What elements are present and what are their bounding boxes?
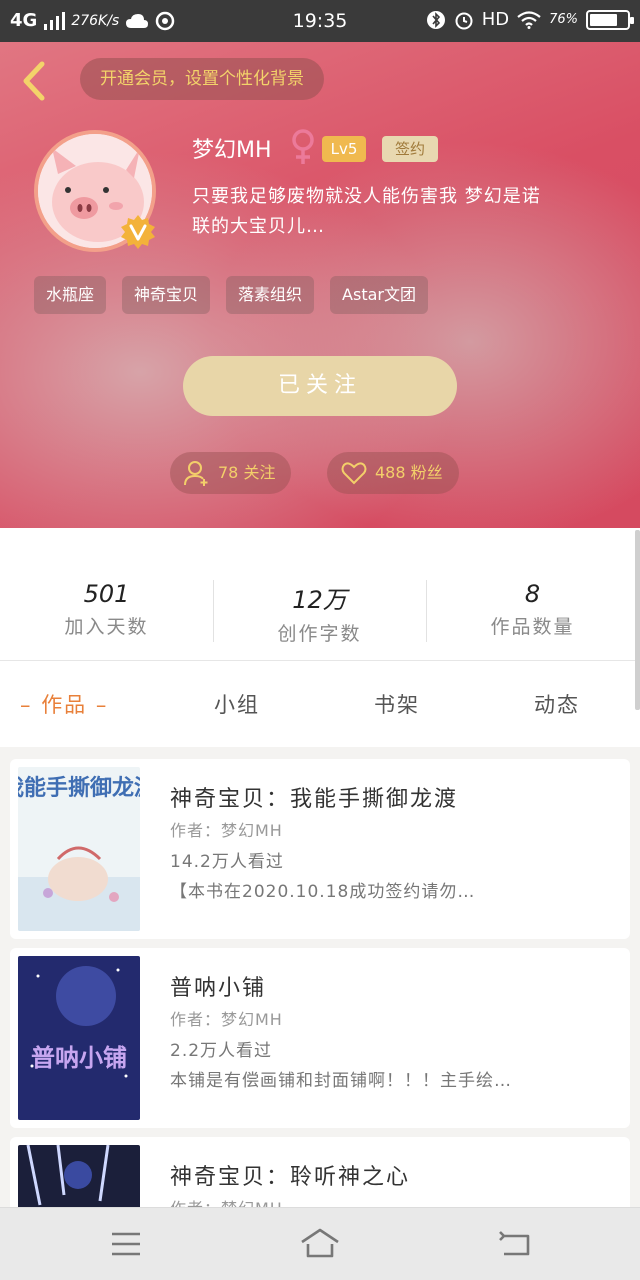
- username: 梦幻MH: [192, 138, 272, 163]
- battery-icon: [586, 9, 634, 30]
- wifi-icon: [517, 10, 541, 29]
- stat-label: 加入天数: [64, 616, 149, 638]
- tab-label: 作品: [41, 693, 88, 717]
- tag-item[interactable]: 落素组织: [226, 276, 315, 314]
- tag-item[interactable]: 水瓶座: [34, 276, 107, 314]
- work-card[interactable]: 普呐小铺 普呐小铺 作者：梦幻MH 2.2万人看过 本铺是有偿画铺和封面铺啊！！…: [10, 948, 630, 1128]
- home-icon[interactable]: [298, 1226, 342, 1262]
- book-cover-image: 普呐小铺: [18, 956, 140, 1120]
- following-count: 78 关注: [218, 463, 276, 482]
- work-author: 作者：梦幻MH: [170, 1010, 283, 1029]
- following-button[interactable]: 78 关注: [170, 452, 292, 494]
- work-author: 作者：梦幻MH: [170, 821, 283, 840]
- follow-button[interactable]: 已关注: [183, 356, 457, 416]
- work-title: 神奇宝贝：聆听神之心: [170, 1165, 411, 1190]
- work-author: 作者：梦幻MH: [170, 1195, 283, 1207]
- tag-item[interactable]: Astar文团: [330, 276, 428, 314]
- book-cover[interactable]: 普呐小铺: [18, 956, 140, 1120]
- work-title: 普呐小铺: [170, 976, 267, 1001]
- tab-bar: – 作品 – 小组 书架 动态: [0, 661, 640, 747]
- hd-indicator: HD: [481, 9, 510, 30]
- battery-percent: 76%: [549, 12, 578, 27]
- battery-fill: [590, 13, 617, 26]
- back-icon[interactable]: [14, 56, 54, 106]
- cover-title: 普呐小铺: [31, 1044, 127, 1072]
- tag-item[interactable]: 神奇宝贝: [122, 276, 211, 314]
- work-card[interactable]: 神奇宝贝：聆听神之心 作者：梦幻MH: [10, 1137, 630, 1207]
- bluetooth-icon: [426, 10, 445, 29]
- tag-list: 水瓶座 神奇宝贝 落素组织 Astar文团: [34, 276, 428, 314]
- stat-value: 12万: [292, 586, 347, 614]
- bio-text: 只要我足够废物就没人能伤害我 梦幻是诺联的大宝贝儿…: [192, 186, 541, 237]
- book-cover[interactable]: [18, 1145, 140, 1207]
- stat-works-count: 8 作品数量: [426, 580, 639, 639]
- book-cover[interactable]: 我能手撕御龙渡: [18, 767, 140, 931]
- work-title: 神奇宝贝：我能手撕御龙渡: [170, 787, 459, 812]
- stat-word-count: 12万 创作字数: [213, 580, 426, 646]
- fans-button[interactable]: 488 粉丝: [327, 452, 459, 494]
- menu-icon[interactable]: [106, 1226, 146, 1262]
- stat-value: 8: [524, 580, 541, 608]
- back-nav-icon[interactable]: [496, 1226, 536, 1262]
- status-bar: 4G 276K/s 19:35 HD 76%: [0, 0, 640, 42]
- stat-join-days: 501 加入天数: [0, 580, 213, 639]
- works-list: 我能手撕御龙渡 神奇宝贝：我能手撕御龙渡 作者：梦幻MH 14.2万人看过 【本…: [0, 747, 640, 1207]
- tab-works[interactable]: – 作品 –: [20, 689, 108, 719]
- system-nav-bar: [0, 1207, 640, 1280]
- heart-icon: [341, 462, 367, 485]
- tab-groups[interactable]: 小组: [214, 689, 260, 719]
- female-gender-icon: [292, 129, 314, 164]
- book-cover-image: [18, 1145, 140, 1207]
- work-card[interactable]: 我能手撕御龙渡 神奇宝贝：我能手撕御龙渡 作者：梦幻MH 14.2万人看过 【本…: [10, 759, 630, 939]
- work-views: 14.2万人看过: [170, 852, 284, 872]
- alarm-icon: [455, 12, 473, 29]
- stat-label: 作品数量: [490, 616, 575, 638]
- fans-count: 488 粉丝: [375, 463, 443, 482]
- work-description: 【本书在2020.10.18成功签约请勿…: [170, 882, 476, 902]
- tab-dash: –: [87, 693, 109, 717]
- stat-value: 501: [83, 580, 130, 608]
- work-description: 本铺是有偿画铺和封面铺啊！！！主手绘…: [170, 1071, 512, 1091]
- user-add-icon: [184, 461, 208, 486]
- level-badge: Lv5: [322, 136, 366, 162]
- cover-title: 我能手撕御龙渡: [18, 775, 140, 801]
- vip-banner[interactable]: 开通会员，设置个性化背景: [80, 58, 324, 100]
- work-views: 2.2万人看过: [170, 1041, 273, 1061]
- stats-row: 501 加入天数 12万 创作字数 8 作品数量: [0, 528, 640, 660]
- tab-bookshelf[interactable]: 书架: [374, 689, 420, 719]
- verified-v-icon: [121, 215, 155, 249]
- scrollbar[interactable]: [635, 530, 640, 710]
- profile-header: 开通会员，设置个性化背景 梦幻MH Lv5 签约 只要我足够废物就没人能伤害我 …: [0, 42, 640, 528]
- tab-activity[interactable]: 动态: [534, 689, 580, 719]
- signed-badge: 签约: [382, 136, 438, 162]
- tab-dash: –: [20, 693, 42, 717]
- stat-label: 创作字数: [277, 623, 362, 645]
- book-cover-image: 我能手撕御龙渡: [18, 767, 140, 931]
